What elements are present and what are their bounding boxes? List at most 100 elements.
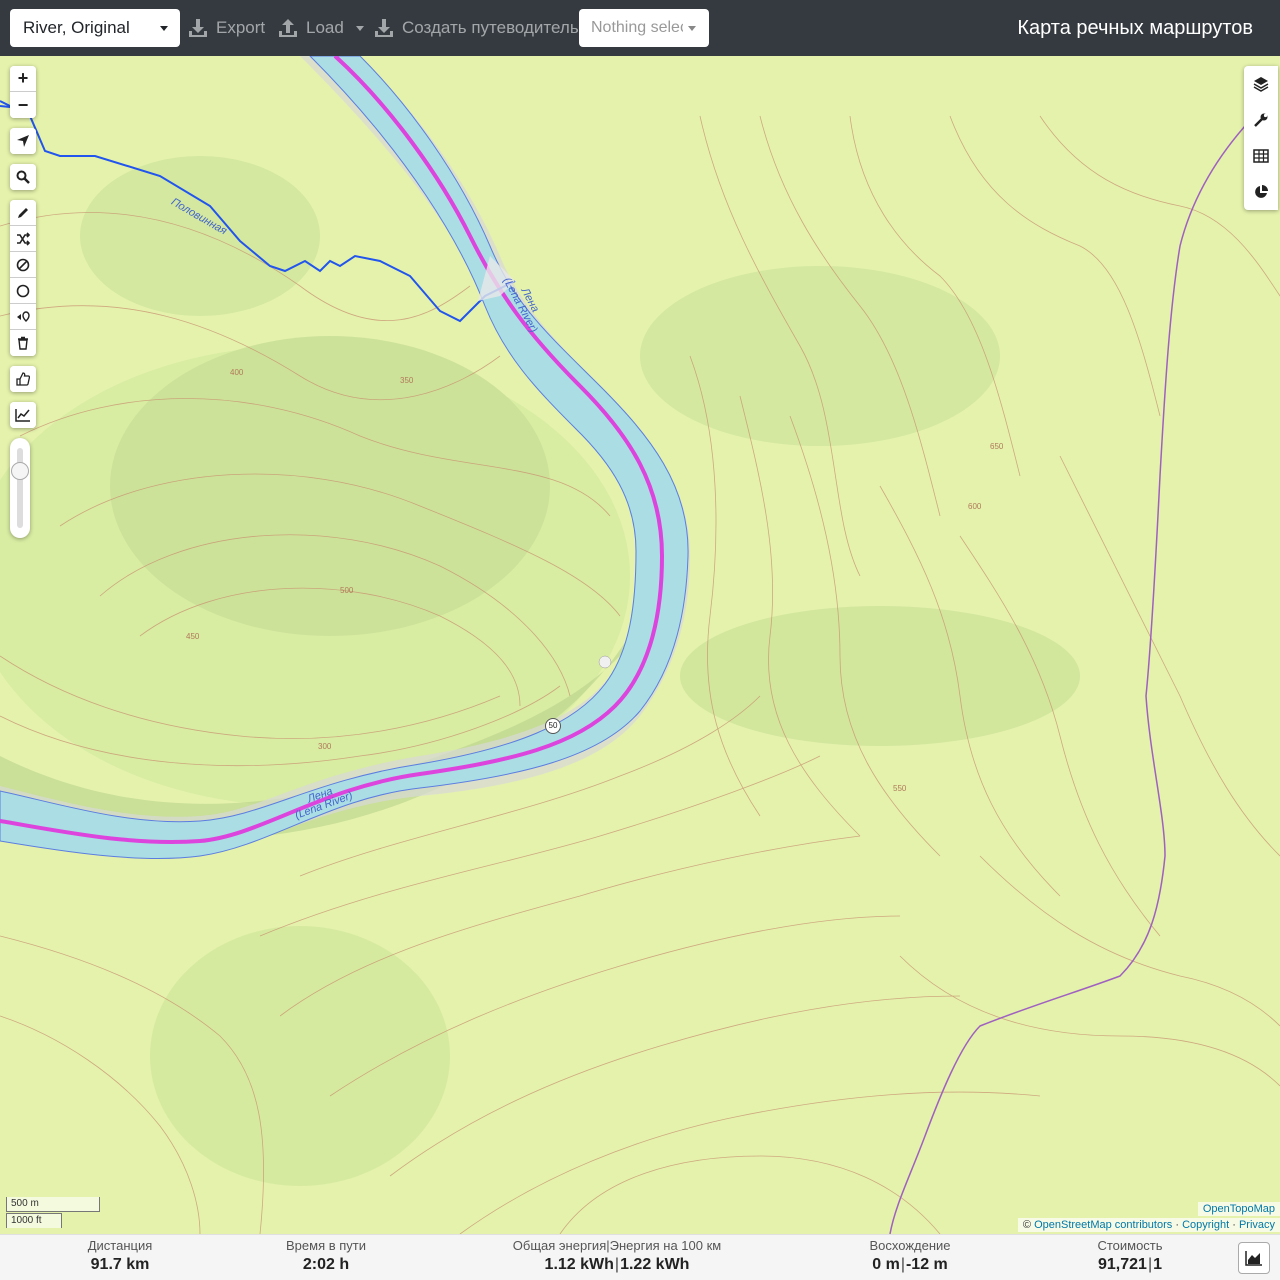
km-marker: 50 bbox=[545, 718, 561, 734]
route-stats-bar: Дистанция 91.7 km Время в пути 2:02 h Об… bbox=[0, 1234, 1280, 1280]
app-title: Карта речных маршрутов bbox=[1017, 17, 1253, 39]
table-button[interactable] bbox=[1244, 138, 1278, 174]
feedback-control bbox=[10, 366, 36, 392]
separator: · bbox=[1232, 1219, 1236, 1231]
time-label: Время в пути bbox=[286, 1238, 366, 1253]
separator: | bbox=[614, 1256, 620, 1273]
contour-label: 550 bbox=[893, 784, 907, 793]
cost-label: Стоимость bbox=[1097, 1238, 1163, 1253]
analysis-button[interactable] bbox=[1244, 174, 1278, 210]
contour-label: 400 bbox=[230, 368, 244, 377]
stat-distance: Дистанция 91.7 km bbox=[60, 1238, 180, 1276]
topo-map-tiles bbox=[0, 56, 1280, 1234]
energy-per100-number: 1.22 bbox=[620, 1256, 652, 1273]
opentopomap-link[interactable]: OpenTopoMap bbox=[1203, 1203, 1275, 1215]
no-go-icon bbox=[16, 258, 30, 271]
stat-cost: Стоимость 91,721|1 bbox=[1070, 1238, 1190, 1276]
energy-total-unit: kWh bbox=[580, 1256, 614, 1273]
profile-select[interactable]: River, Original bbox=[10, 9, 180, 47]
zoom-control: + − bbox=[10, 66, 36, 118]
energy-per100-label: Энергия на 100 км bbox=[609, 1238, 722, 1253]
stat-ascent: Восхождение 0 m|-12 m bbox=[850, 1238, 970, 1276]
descent-unit: m bbox=[933, 1256, 948, 1273]
stat-energy: Общая энергия|Энергия на 100 км 1.12 kWh… bbox=[497, 1238, 737, 1276]
privacy-link[interactable]: Privacy bbox=[1239, 1219, 1275, 1231]
ascent-value: 0 m|-12 m bbox=[850, 1254, 970, 1276]
energy-label: Общая энергия|Энергия на 100 км bbox=[497, 1238, 737, 1254]
circle-icon bbox=[16, 284, 30, 297]
descent-number: -12 bbox=[905, 1256, 930, 1273]
separator: | bbox=[1147, 1256, 1153, 1273]
distance-value: 91.7 km bbox=[60, 1254, 180, 1276]
copyright-link[interactable]: Copyright bbox=[1182, 1219, 1229, 1231]
create-guide-label: Создать путеводитель bbox=[402, 18, 579, 37]
thumb-button[interactable] bbox=[10, 366, 36, 392]
reverse-route-button[interactable] bbox=[10, 304, 36, 330]
distance-number: 91.7 bbox=[90, 1256, 122, 1273]
zoom-slider[interactable] bbox=[10, 438, 30, 538]
elevation-chart-control bbox=[10, 402, 36, 428]
zoom-out-button[interactable]: − bbox=[10, 92, 36, 118]
contour-label: 500 bbox=[340, 586, 354, 595]
download-icon bbox=[189, 19, 207, 37]
shuffle-button[interactable] bbox=[10, 226, 36, 252]
draw-toolbar bbox=[10, 200, 36, 356]
tiles-attribution: OpenTopoMap bbox=[1197, 1202, 1280, 1216]
draw-icon bbox=[18, 207, 28, 218]
contour-label: 350 bbox=[400, 376, 414, 385]
chevron-down-icon bbox=[160, 26, 168, 31]
contour-label: 600 bbox=[968, 502, 982, 511]
ascent-label: Восхождение bbox=[869, 1238, 951, 1253]
energy-total-number: 1.12 bbox=[544, 1256, 576, 1273]
elevation-profile-toggle[interactable] bbox=[1238, 1242, 1270, 1274]
time-value: 2:02 h bbox=[266, 1254, 386, 1276]
upload-icon bbox=[279, 19, 297, 37]
area-chart-icon bbox=[1245, 1251, 1262, 1266]
draw-route-button[interactable] bbox=[10, 200, 36, 226]
map-view[interactable]: Лена (Lena River) Лена (Lena River) Поло… bbox=[0, 56, 1280, 1234]
zoom-in-button[interactable]: + bbox=[10, 66, 36, 92]
profile-select-value: River, Original bbox=[23, 18, 130, 37]
download-icon bbox=[375, 19, 393, 37]
osm-link[interactable]: OpenStreetMap contributors bbox=[1034, 1219, 1172, 1231]
profile-chart-icon bbox=[15, 409, 30, 422]
locate-button[interactable] bbox=[10, 128, 36, 154]
locate-control bbox=[10, 128, 36, 154]
table-icon bbox=[1253, 149, 1269, 163]
poi-select-placeholder: Nothing selected bbox=[591, 19, 683, 36]
map-options-toolbar bbox=[1244, 66, 1278, 210]
zoom-slider-track bbox=[17, 448, 23, 528]
no-go-area-button[interactable] bbox=[10, 252, 36, 278]
wrench-icon bbox=[1254, 113, 1268, 127]
distance-label: Дистанция bbox=[87, 1238, 153, 1253]
locate-icon bbox=[17, 135, 29, 147]
layers-button[interactable] bbox=[1244, 66, 1278, 102]
search-control bbox=[10, 164, 36, 190]
time-unit: h bbox=[339, 1256, 350, 1273]
ascent-number: 0 bbox=[872, 1256, 882, 1273]
export-button[interactable]: Export bbox=[188, 9, 265, 47]
search-button[interactable] bbox=[10, 164, 36, 190]
distance-unit: km bbox=[126, 1256, 150, 1273]
map-attribution: © OpenStreetMap contributors · Copyright… bbox=[1017, 1218, 1280, 1232]
ascent-unit: m bbox=[885, 1256, 900, 1273]
zoom-slider-handle[interactable] bbox=[11, 462, 29, 480]
elevation-chart-button[interactable] bbox=[10, 402, 36, 428]
settings-button[interactable] bbox=[1244, 102, 1278, 138]
create-guide-button[interactable]: Создать путеводитель bbox=[374, 9, 579, 47]
cost-value: 91,721|1 bbox=[1070, 1254, 1190, 1276]
search-icon bbox=[16, 170, 30, 184]
layers-icon bbox=[1253, 77, 1269, 92]
poi-select[interactable]: Nothing selected bbox=[579, 9, 709, 47]
load-label: Load bbox=[306, 18, 344, 37]
load-button[interactable]: Load bbox=[278, 9, 364, 47]
contour-label: 450 bbox=[186, 632, 200, 641]
cost-number: 91,721 bbox=[1098, 1256, 1147, 1273]
energy-per100-unit: kWh bbox=[655, 1256, 690, 1273]
circle-button[interactable] bbox=[10, 278, 36, 304]
energy-value: 1.12 kWh|1.22 kWh bbox=[497, 1254, 737, 1276]
stat-time: Время в пути 2:02 h bbox=[266, 1238, 386, 1276]
separator: | bbox=[900, 1256, 905, 1273]
pie-chart-icon bbox=[1255, 185, 1268, 198]
delete-route-button[interactable] bbox=[10, 330, 36, 356]
